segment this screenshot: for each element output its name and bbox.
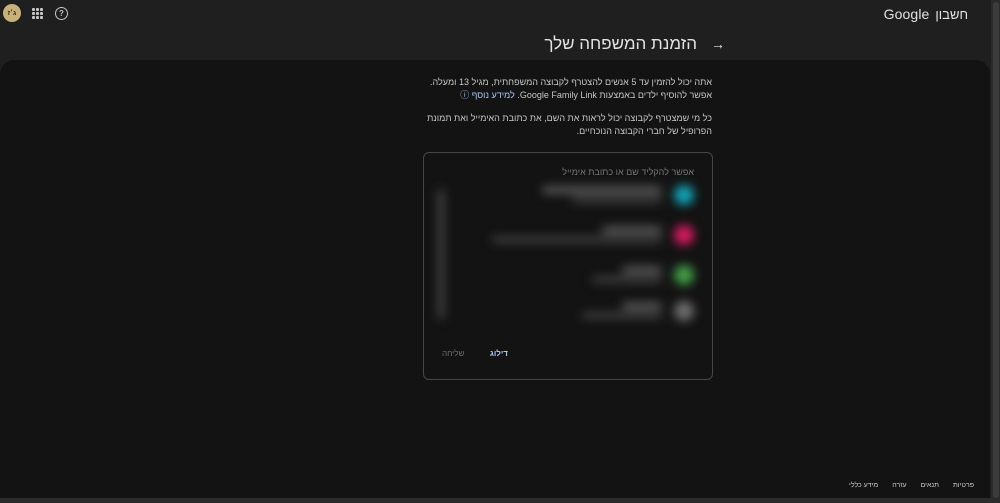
contact-suggestion[interactable]: [464, 299, 694, 325]
help-icon[interactable]: ?: [55, 7, 68, 20]
contact-suggestion[interactable]: [464, 263, 694, 289]
contact-suggestion[interactable]: [464, 183, 694, 209]
footer-help-link[interactable]: עזרה: [892, 482, 906, 489]
footer-privacy-link[interactable]: פרטיות: [953, 482, 974, 489]
apps-grid-icon[interactable]: [32, 8, 43, 19]
search-input[interactable]: [444, 167, 694, 177]
intro-paragraph-2: כל מי שמצטרף לקבוצה יכול לראות את השם, א…: [427, 113, 712, 136]
footer: פרטיות תנאים עזרה מידע כללי: [849, 482, 974, 489]
learn-more-link[interactable]: למידע נוסף: [472, 90, 515, 100]
page-header: [0, 28, 990, 60]
skip-button[interactable]: דילוג: [490, 349, 508, 358]
intro-text: אתה יכול להזמין עד 5 אנשים להצטרף לקבוצה…: [412, 76, 712, 148]
footer-terms-link[interactable]: תנאים: [921, 482, 939, 489]
brand-logo[interactable]: חשבון Google: [884, 6, 968, 22]
intro-paragraph-1: אתה יכול להזמין עד 5 אנשים להצטרף לקבוצה…: [412, 76, 712, 102]
send-button[interactable]: שליחה: [442, 349, 464, 358]
google-logo: Google: [883, 6, 930, 22]
contact-avatar: [674, 185, 694, 205]
contact-avatar: [674, 225, 694, 245]
page-scrollbar-thumb[interactable]: [993, 2, 999, 498]
suggestions-scrollbar[interactable]: [438, 189, 444, 319]
footer-about-link[interactable]: מידע כללי: [849, 482, 878, 489]
page-scrollbar[interactable]: [991, 0, 1000, 503]
avatar[interactable]: ג׳ז: [3, 4, 21, 22]
bottom-edge: [0, 498, 1000, 503]
title-row: → הזמנת המשפחה שלך: [544, 34, 725, 54]
contact-avatar: [674, 265, 694, 285]
invite-card: דילוג שליחה: [423, 152, 713, 380]
intro-line-2: אפשר להוסיף ילדים באמצעות Google Family …: [517, 90, 712, 100]
contact-suggestion[interactable]: [464, 223, 694, 249]
intro-line-1: אתה יכול להזמין עד 5 אנשים להצטרף לקבוצה…: [430, 77, 712, 87]
brand-account-label: חשבון: [935, 7, 968, 22]
page-title: הזמנת המשפחה שלך: [544, 34, 697, 53]
contact-avatar: [674, 301, 694, 321]
help-circle-icon[interactable]: ⓘ: [460, 90, 469, 100]
top-bar: ג׳ז ? חשבון Google: [0, 0, 990, 28]
contact-suggestions: [428, 179, 708, 329]
back-arrow-icon[interactable]: →: [711, 36, 725, 52]
